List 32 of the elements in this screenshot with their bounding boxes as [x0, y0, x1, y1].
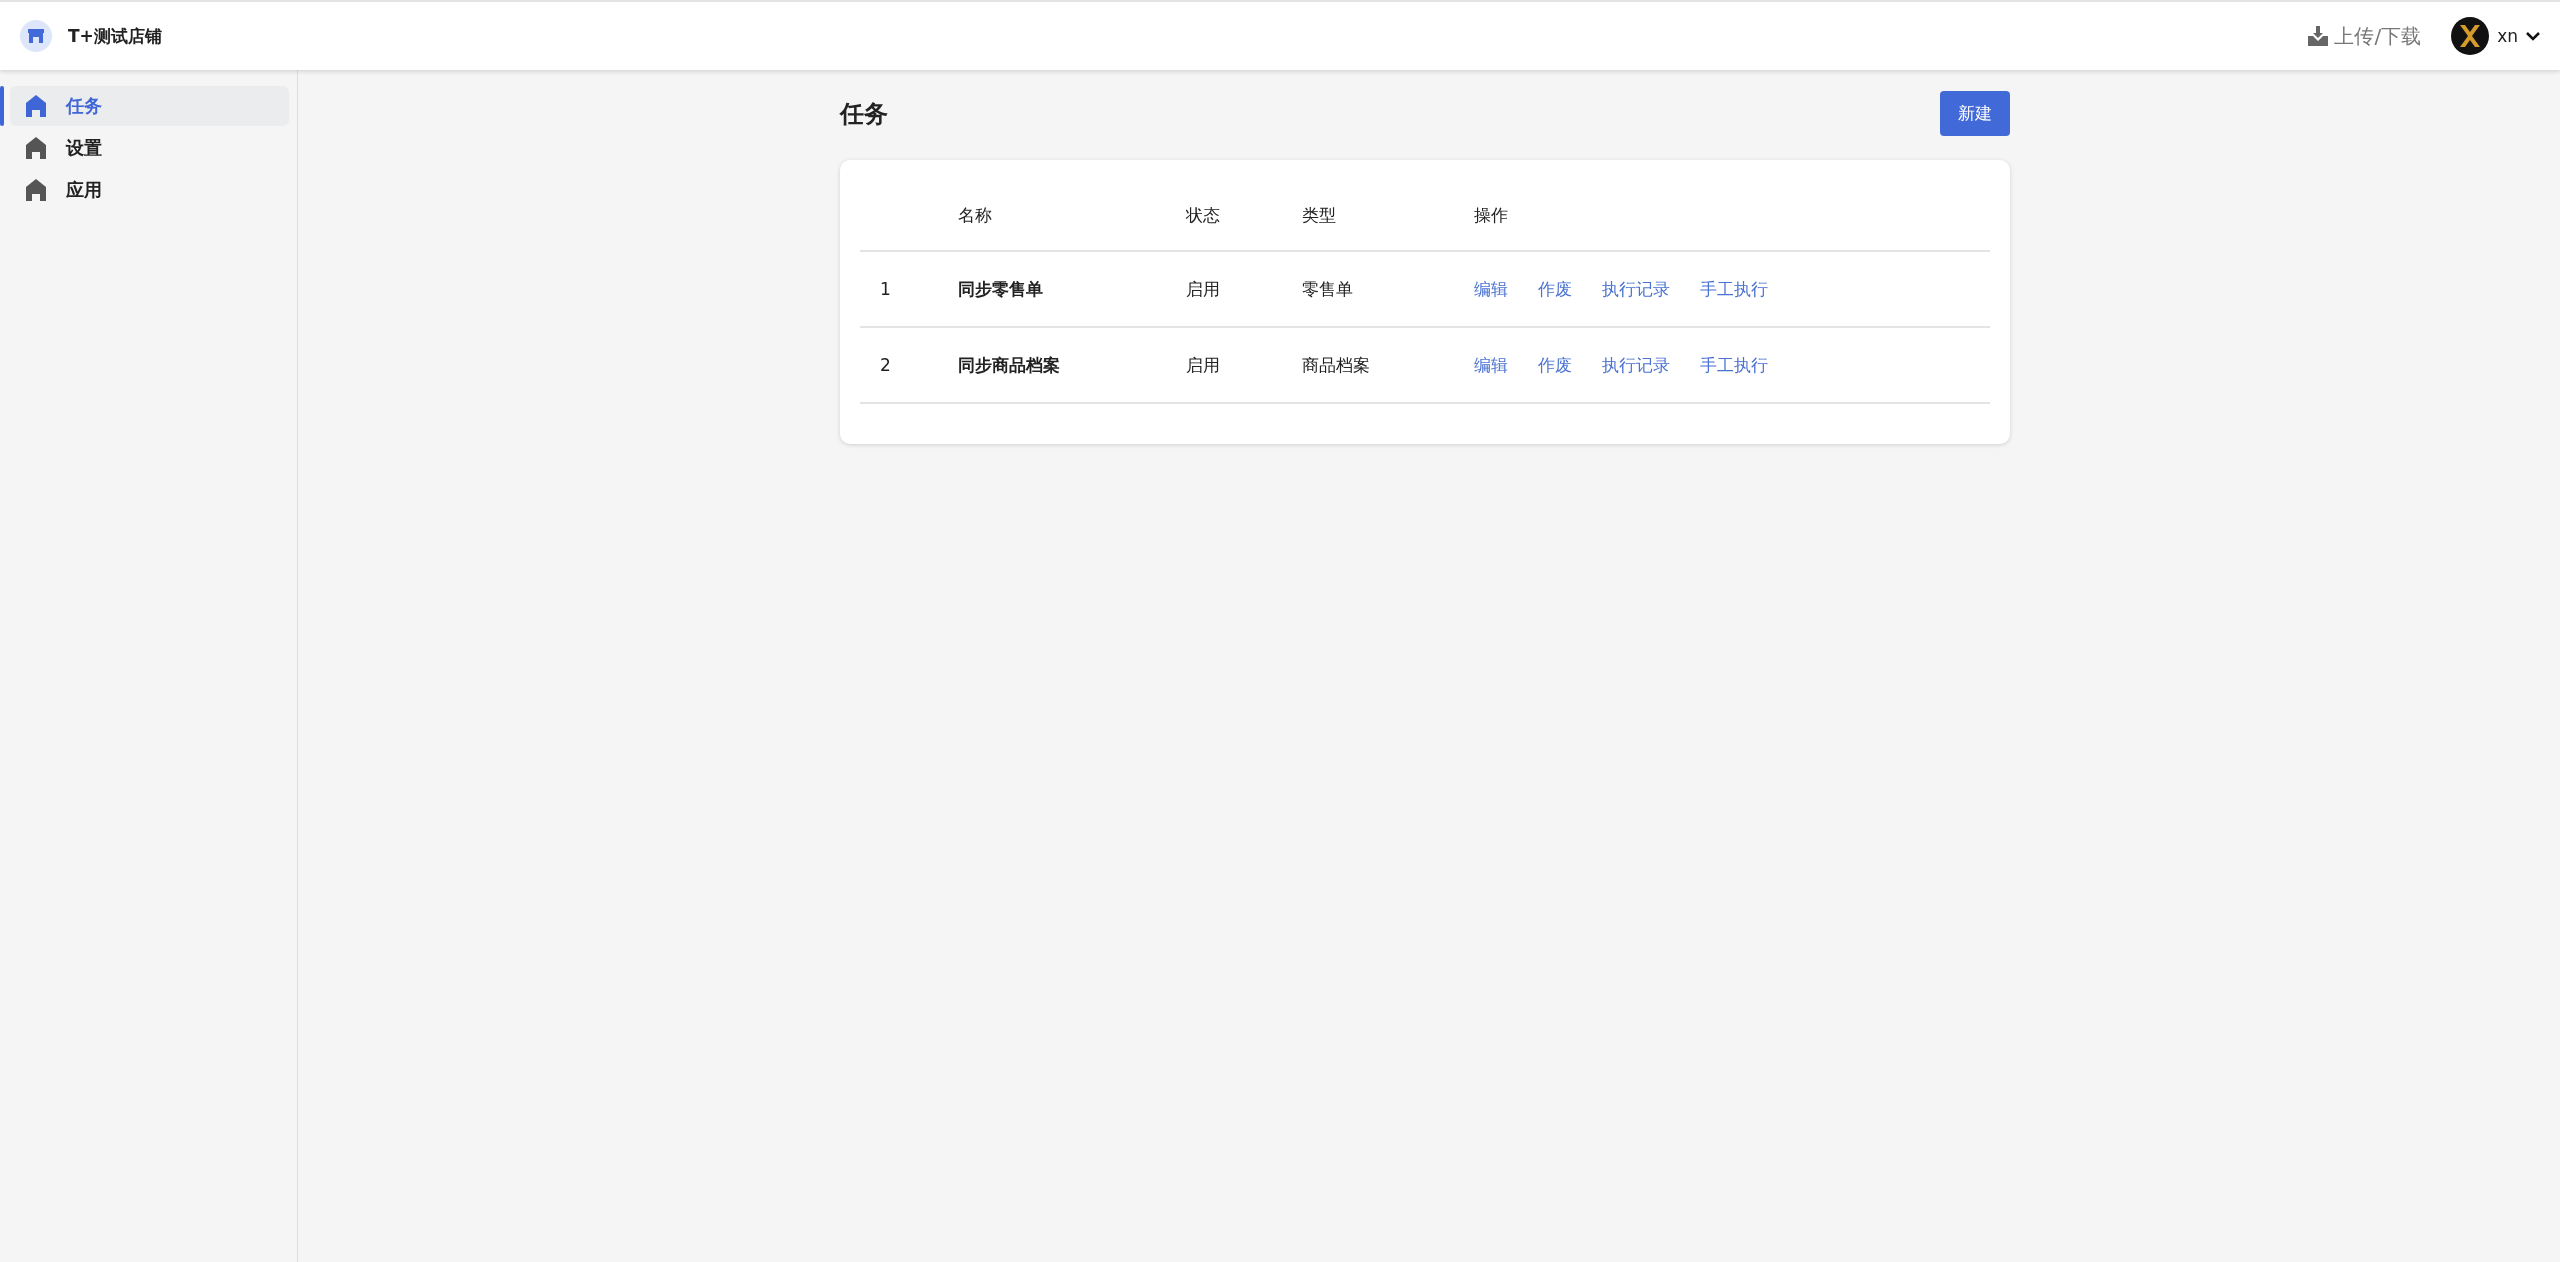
new-button[interactable]: 新建	[1940, 91, 2010, 136]
page-title: 任务	[840, 98, 888, 130]
home-icon	[26, 95, 46, 117]
home-icon	[26, 179, 46, 201]
avatar-icon	[2451, 17, 2490, 55]
table-cell: 1	[880, 279, 891, 299]
shop-name: T+测试店铺	[68, 24, 162, 48]
chevron-down-icon	[2526, 31, 2540, 41]
table-cell: 启用	[1186, 353, 1220, 377]
upload-download-link[interactable]: 上传/下载	[2308, 22, 2422, 50]
action-link[interactable]: 作废	[1538, 277, 1572, 301]
action-link[interactable]: 执行记录	[1602, 277, 1670, 301]
column-header: 操作	[1474, 203, 1508, 227]
user-menu[interactable]: xn	[2451, 17, 2540, 55]
table-cell: 启用	[1186, 277, 1220, 301]
table-cell: 同步零售单	[958, 277, 1043, 301]
download-tray-icon	[2308, 26, 2329, 46]
action-link[interactable]: 作废	[1538, 353, 1572, 377]
table-cell: 零售单	[1302, 277, 1353, 301]
table-cell: 同步商品档案	[958, 353, 1060, 377]
column-header: 状态	[1186, 203, 1220, 227]
table-cell: 商品档案	[1302, 353, 1370, 377]
action-link[interactable]: 手工执行	[1700, 353, 1768, 377]
shop-logo-icon	[20, 20, 52, 52]
action-link[interactable]: 执行记录	[1602, 353, 1670, 377]
table-cell: 2	[880, 355, 891, 375]
column-header: 名称	[958, 203, 992, 227]
action-link[interactable]: 手工执行	[1700, 277, 1768, 301]
home-icon	[26, 137, 46, 159]
column-header: 类型	[1302, 203, 1336, 227]
action-link[interactable]: 编辑	[1474, 277, 1508, 301]
action-link[interactable]: 编辑	[1474, 353, 1508, 377]
